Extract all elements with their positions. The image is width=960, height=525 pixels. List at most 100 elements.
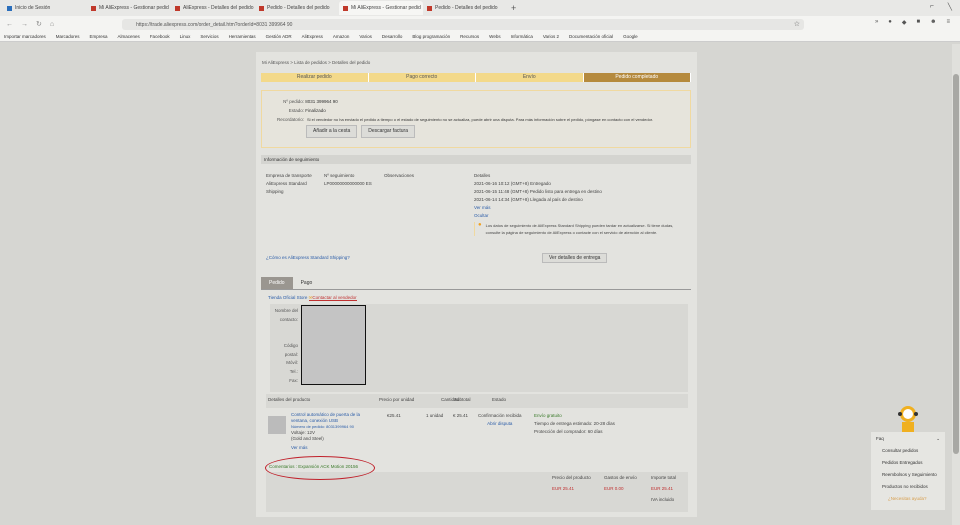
bookmark-item[interactable]: Webs bbox=[489, 34, 500, 39]
favicon-icon bbox=[175, 5, 180, 11]
bookmark-item[interactable]: Google bbox=[623, 34, 638, 39]
close-window-icon[interactable]: ╲ bbox=[948, 3, 952, 11]
browser-tab[interactable]: AliExpress - Detalles del pedido bbox=[171, 1, 255, 15]
browser-tab[interactable]: Pedido - Detalles del pedido bbox=[255, 1, 339, 15]
address-label: contacto: bbox=[279, 316, 298, 322]
add-to-cart-button[interactable]: Añadir a la cesta bbox=[306, 125, 358, 138]
order-summary: Nº pedido: 8031 399964 90 Estado: Finali… bbox=[261, 90, 691, 148]
menu-icon[interactable]: ≡ bbox=[946, 19, 950, 26]
store-link[interactable]: Tienda Oficial Store bbox=[268, 295, 307, 300]
order-number: 8031 399964 90 bbox=[305, 99, 338, 104]
browser-tab[interactable]: Pedido - Detalles del pedido bbox=[423, 1, 507, 15]
bookmark-item[interactable]: Gestión ADR bbox=[266, 34, 292, 39]
download-invoice-button[interactable]: Descargar factura bbox=[361, 125, 415, 138]
favicon-icon bbox=[91, 5, 96, 11]
bookmark-item[interactable]: Facebook bbox=[150, 34, 170, 39]
url-bar[interactable]: https://trade.aliexpress.com/order_detai… bbox=[122, 18, 804, 30]
scrollbar-thumb[interactable] bbox=[953, 74, 959, 454]
shipping-info-link[interactable]: ¿Cómo es AliExpress Standard Shipping? bbox=[266, 254, 350, 262]
bookmark-item[interactable]: Recursos bbox=[460, 34, 479, 39]
contact-seller-link[interactable]: ✉Contactar al vendedor bbox=[308, 295, 357, 301]
order-status: Finalizado bbox=[305, 108, 326, 113]
info-icon: ● bbox=[478, 222, 482, 228]
address-label: Nombre del bbox=[274, 308, 298, 313]
red-annotation-circle bbox=[265, 456, 375, 480]
bookmark-item[interactable]: Importar marcadores bbox=[4, 34, 46, 39]
bookmark-item[interactable]: Marcadores bbox=[56, 34, 80, 39]
browser-tab[interactable]: Inicio de Sesión bbox=[3, 1, 87, 15]
address-label: postal: bbox=[284, 351, 298, 357]
open-dispute-link[interactable]: Abrir disputa bbox=[478, 420, 522, 428]
product-title[interactable]: Control automático de puerta de la venta… bbox=[291, 412, 376, 424]
shield-icon[interactable]: ● bbox=[888, 19, 892, 26]
tracking-event: 2021-06-14 14:34 (GMT+8) Llegada al país… bbox=[474, 197, 583, 202]
help-item[interactable]: Consultar pedidos bbox=[876, 445, 940, 457]
bookmark-item[interactable]: Documentación oficial bbox=[569, 34, 613, 39]
address-label: Código bbox=[283, 342, 298, 348]
tab-order[interactable]: Pedido bbox=[261, 277, 293, 289]
help-item[interactable]: Reembolsos y Seguimiento bbox=[876, 469, 940, 481]
help-item[interactable]: Productos no recibidos bbox=[876, 481, 940, 493]
address-label bbox=[262, 333, 298, 342]
bookmark-item[interactable]: AliExpress bbox=[302, 34, 323, 39]
reload-icon[interactable]: ↻ bbox=[36, 20, 42, 28]
help-item[interactable]: Pedidos Entregados bbox=[876, 457, 940, 469]
order-detail-page: Mi AliExpress > Lista de pedidos > Detal… bbox=[256, 52, 697, 517]
step-shipping: Envío bbox=[476, 73, 584, 82]
tracking-number: LP00000000000000 ES bbox=[324, 181, 372, 186]
bookmark-item[interactable]: Varios bbox=[359, 34, 371, 39]
tab-strip: Inicio de Sesión Mi AliExpress - Gestion… bbox=[0, 0, 960, 16]
favicon-icon bbox=[259, 5, 264, 11]
delivery-details-button[interactable]: Ver detalles de entrega bbox=[542, 253, 608, 263]
breadcrumb[interactable]: Mi AliExpress > Lista de pedidos > Detal… bbox=[262, 60, 370, 65]
new-tab-button[interactable]: + bbox=[511, 3, 516, 13]
pocket-icon[interactable]: ◆ bbox=[902, 19, 907, 26]
home-icon[interactable]: ⌂ bbox=[50, 21, 54, 28]
product-more-link[interactable]: Ver más bbox=[291, 445, 376, 451]
browser-tab-active[interactable]: Mi AliExpress - Gestionar pedid bbox=[339, 1, 423, 15]
detail-tabs: Pedido Pago bbox=[261, 277, 691, 290]
chevron-down-icon[interactable]: ⌄ bbox=[936, 433, 940, 445]
bookmark-item[interactable]: Herramientas bbox=[229, 34, 256, 39]
assistant-robot-icon[interactable] bbox=[898, 404, 918, 432]
bookmark-star-icon[interactable]: ☆ bbox=[794, 20, 800, 28]
bookmarks-bar: Importar marcadores Marcadores Empresa Alma… bbox=[0, 32, 960, 42]
extensions-icon[interactable]: » bbox=[875, 19, 878, 26]
bookmark-item[interactable]: Varios 2 bbox=[543, 34, 559, 39]
address-label bbox=[262, 324, 298, 333]
bookmark-item[interactable]: Informática bbox=[511, 34, 533, 39]
tracking-event: 2021-06-15 11:48 (GMT+8) Pedido listo pa… bbox=[474, 189, 602, 194]
forward-icon[interactable]: → bbox=[21, 21, 28, 28]
back-icon[interactable]: ← bbox=[6, 21, 13, 28]
tracking-event: 2021-06-16 10:12 (GMT+8) Entregado bbox=[474, 181, 551, 186]
bookmark-item[interactable]: Amazon bbox=[333, 34, 350, 39]
scrollbar[interactable] bbox=[952, 44, 960, 525]
navigation-bar: ← → ↻ ⌂ https://trade.aliexpress.com/ord… bbox=[0, 16, 960, 32]
browser-tab[interactable]: Mi AliExpress - Gestionar pedid bbox=[87, 1, 171, 15]
help-panel: Faq ⌄ Consultar pedidos Pedidos Entregado… bbox=[871, 432, 945, 510]
reminder-text: Si el vendedor no ha enviado el pedido a… bbox=[307, 117, 654, 122]
favicon-icon bbox=[7, 5, 12, 11]
tracking-header: Información de seguimiento bbox=[261, 155, 691, 164]
redacted-address bbox=[301, 305, 366, 385]
bookmark-item[interactable]: Almacenes bbox=[118, 34, 140, 39]
bookmark-item[interactable]: Blog programación bbox=[412, 34, 450, 39]
bookmark-item[interactable]: Empresa bbox=[90, 34, 108, 39]
bookmark-item[interactable]: Linux bbox=[180, 34, 191, 39]
bookmark-item[interactable]: Servicios bbox=[200, 34, 218, 39]
product-thumbnail[interactable] bbox=[268, 416, 286, 434]
carrier-name: AliExpress Standard Shipping bbox=[266, 181, 307, 194]
see-more-link[interactable]: Ver más bbox=[474, 204, 689, 212]
container-icon[interactable]: ■ bbox=[917, 19, 921, 26]
account-icon[interactable]: ☻ bbox=[930, 19, 936, 26]
step-payment: Pago correcto bbox=[368, 73, 476, 82]
minimize-icon[interactable]: ⌐ bbox=[930, 3, 934, 11]
items-table-header: Detalles del producto Precio por unidad … bbox=[266, 394, 688, 408]
tracking-notice: Los datos de seguimiento de AliExpress S… bbox=[485, 223, 674, 235]
hide-link[interactable]: Ocultar bbox=[474, 212, 689, 220]
need-help-link[interactable]: ¿Necesitas ayuda? bbox=[876, 493, 940, 505]
address-label: Fax: bbox=[289, 377, 298, 383]
tab-payment[interactable]: Pago bbox=[293, 277, 321, 289]
address-label: Móvil: bbox=[286, 360, 298, 366]
bookmark-item[interactable]: Desarrollo bbox=[382, 34, 403, 39]
